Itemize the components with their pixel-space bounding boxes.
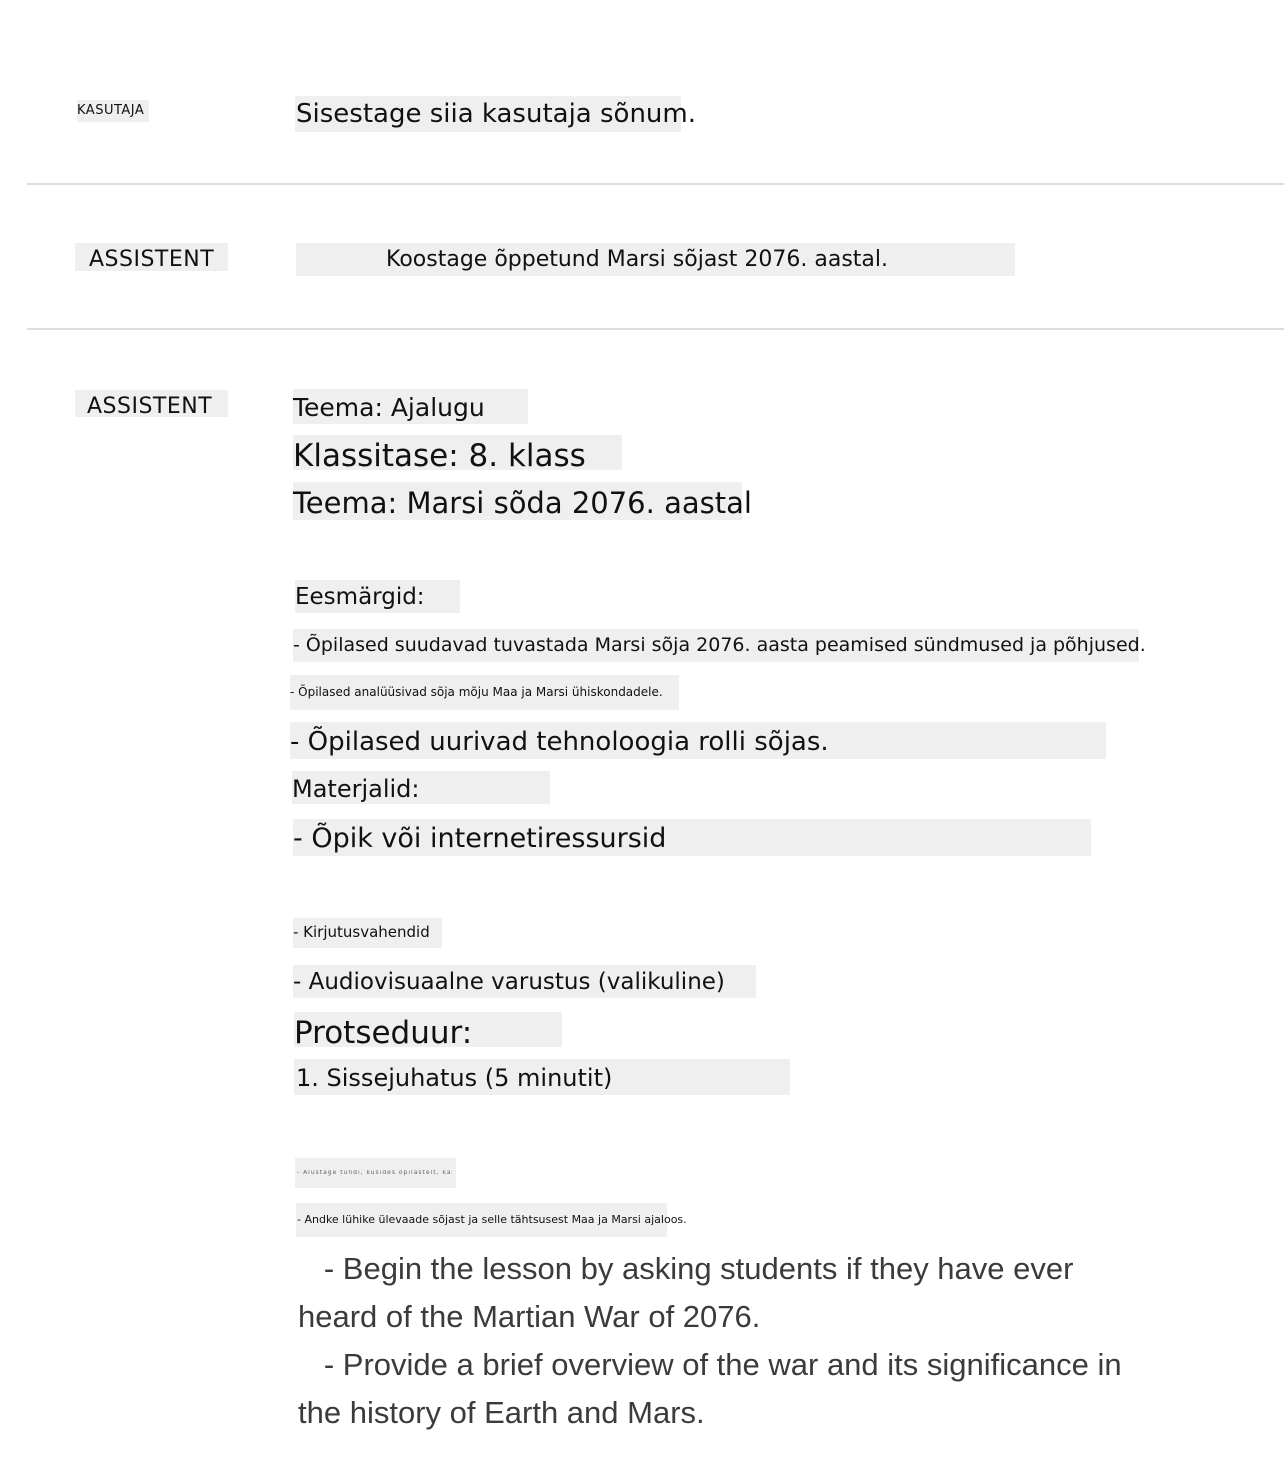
lesson-grade: Klassitase: 8. klass xyxy=(293,438,586,474)
lesson-subject: Teema: Ajalugu xyxy=(293,393,485,422)
list-item: - Audiovisuaalne varustus (valikuline) xyxy=(293,969,725,995)
section-heading: Materjalid: xyxy=(292,775,420,803)
list-item: - Õpilased analüüsivad sõja mõju Maa ja … xyxy=(290,685,663,699)
message-text[interactable]: Koostage õppetund Marsi sõjast 2076. aas… xyxy=(386,249,888,271)
list-item: - Alustage tundi, küsides õpilastelt, ka… xyxy=(297,1170,452,1176)
english-line: - Begin the lesson by asking students if… xyxy=(298,1251,1083,1334)
step-heading: 1. Sissejuhatus (5 minutit) xyxy=(296,1064,613,1092)
english-paragraph: - Begin the lesson by asking students if… xyxy=(298,1245,1158,1437)
lesson-topic: Teema: Marsi sõda 2076. aastal xyxy=(293,486,752,520)
list-item: - Andke lühike ülevaade sõjast ja selle … xyxy=(297,1213,687,1226)
section-heading: Protseduur: xyxy=(294,1015,473,1051)
list-item: - Õpik või internetiressursid xyxy=(293,823,667,854)
role-label: ASSISTENT xyxy=(89,247,215,272)
role-label: ASSISTENT xyxy=(87,394,213,419)
english-line: - Provide a brief overview of the war an… xyxy=(298,1347,1131,1430)
list-item: - Õpilased uurivad tehnoloogia rolli sõj… xyxy=(290,727,829,757)
role-label: KASUTAJA xyxy=(77,103,145,118)
list-item: - Kirjutusvahendid xyxy=(293,923,430,941)
list-item: - Õpilased suudavad tuvastada Marsi sõja… xyxy=(293,634,1146,656)
divider xyxy=(27,183,1284,185)
divider xyxy=(27,328,1284,330)
section-heading: Eesmärgid: xyxy=(295,584,425,610)
message-text[interactable]: Sisestage siia kasutaja sõnum. xyxy=(296,101,696,127)
